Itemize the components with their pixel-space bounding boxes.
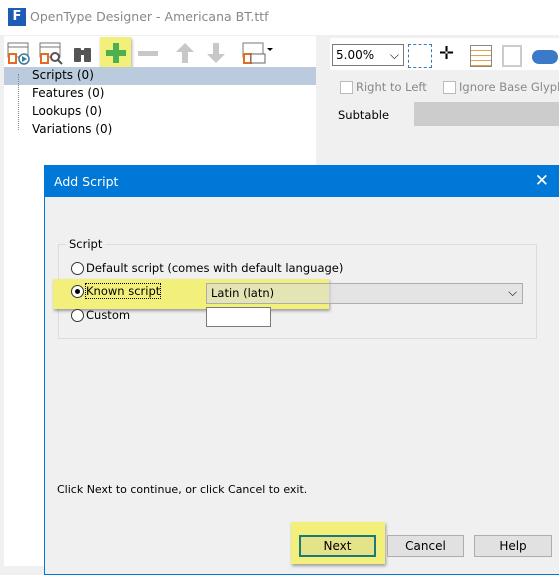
dialog-title: Add Script <box>45 166 559 197</box>
title-bar: F OpenType Designer - Americana BT.ttf <box>0 0 559 35</box>
chevron-down-icon: ⌵ <box>508 285 517 299</box>
tree-lines <box>18 74 19 130</box>
fit-icon[interactable] <box>408 44 432 68</box>
search-icon[interactable] <box>38 40 64 66</box>
default-script-radio[interactable] <box>71 262 84 275</box>
next-button[interactable]: Next <box>299 535 376 557</box>
known-script-radio[interactable] <box>71 285 84 298</box>
tree-item-variations[interactable]: Variations (0) <box>32 121 112 138</box>
subtable-field[interactable] <box>414 102 559 126</box>
group-label: Script <box>66 237 106 251</box>
add-icon[interactable] <box>103 40 129 66</box>
custom-radio[interactable] <box>71 309 84 322</box>
remove-icon[interactable] <box>135 40 161 66</box>
zoom-select[interactable]: 5.00% ⌵ <box>332 44 404 66</box>
ignore-base-checkbox[interactable] <box>443 81 456 94</box>
up-arrow-icon[interactable] <box>172 40 198 66</box>
chevron-down-icon: ⌵ <box>389 48 399 62</box>
app-icon: F <box>8 8 26 26</box>
grid-icon[interactable] <box>470 45 492 67</box>
binoculars-icon[interactable] <box>70 40 96 66</box>
window-title: OpenType Designer - Americana BT.ttf <box>30 9 269 24</box>
known-script-select[interactable]: Latin (latn) ⌵ <box>206 283 523 304</box>
view-options-icon[interactable] <box>241 40 275 66</box>
tree-item-scripts[interactable]: Scripts (0) <box>32 67 94 84</box>
custom-input[interactable] <box>206 307 271 327</box>
edit-icon[interactable] <box>502 45 522 67</box>
help-button[interactable]: Help <box>474 535 552 557</box>
preview-icon[interactable] <box>6 40 32 66</box>
hint-text: Click Next to continue, or click Cancel … <box>57 483 308 496</box>
default-script-label: Default script (comes with default langu… <box>86 261 344 275</box>
zoom-value: 5.00% <box>336 48 375 62</box>
tree-item-features[interactable]: Features (0) <box>32 85 104 102</box>
add-script-dialog: Add Script ✕ Script Default script (come… <box>44 165 559 575</box>
down-arrow-icon[interactable] <box>203 40 229 66</box>
known-script-value: Latin (latn) <box>211 286 275 300</box>
right-to-left-label: Right to Left <box>356 80 427 94</box>
right-to-left-checkbox[interactable] <box>340 81 353 94</box>
subtable-label: Subtable <box>338 108 390 122</box>
crosshair-icon[interactable]: ✛ <box>439 43 454 64</box>
ignore-base-label: Ignore Base Glyphs <box>459 80 559 94</box>
cloud-icon[interactable] <box>532 50 558 64</box>
known-script-label: Known script <box>84 283 162 299</box>
close-icon[interactable]: ✕ <box>535 171 549 191</box>
tree-item-lookups[interactable]: Lookups (0) <box>32 103 102 120</box>
cancel-button[interactable]: Cancel <box>387 535 464 557</box>
custom-label: Custom <box>86 308 131 322</box>
